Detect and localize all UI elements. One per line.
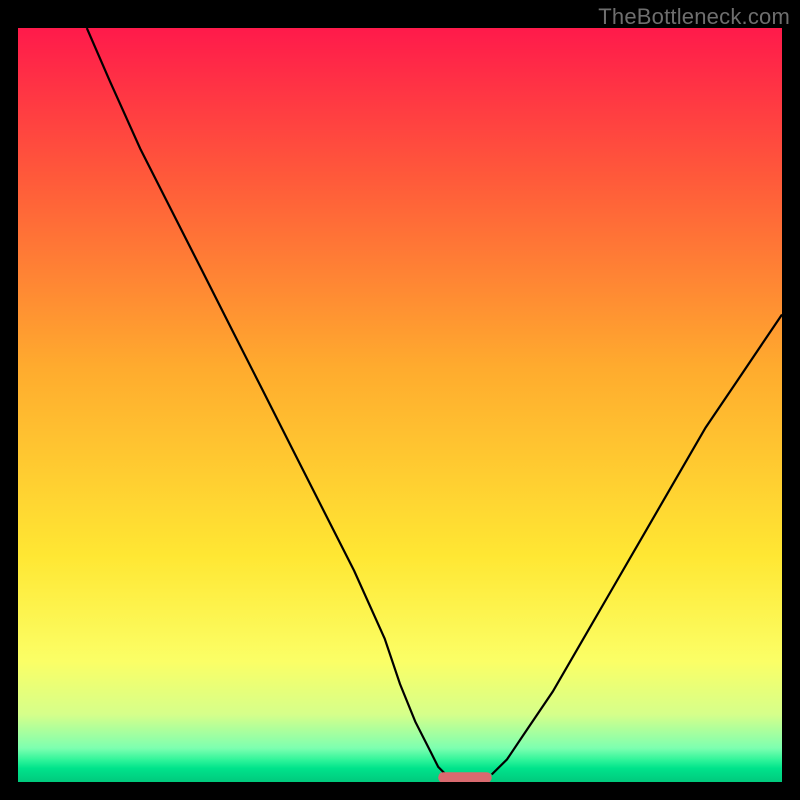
watermark-text: TheBottleneck.com [598,4,790,30]
plot-area [18,28,782,782]
chart-svg [18,28,782,782]
chart-frame: TheBottleneck.com [0,0,800,800]
chart-background [18,28,782,782]
optimal-marker [438,772,492,782]
